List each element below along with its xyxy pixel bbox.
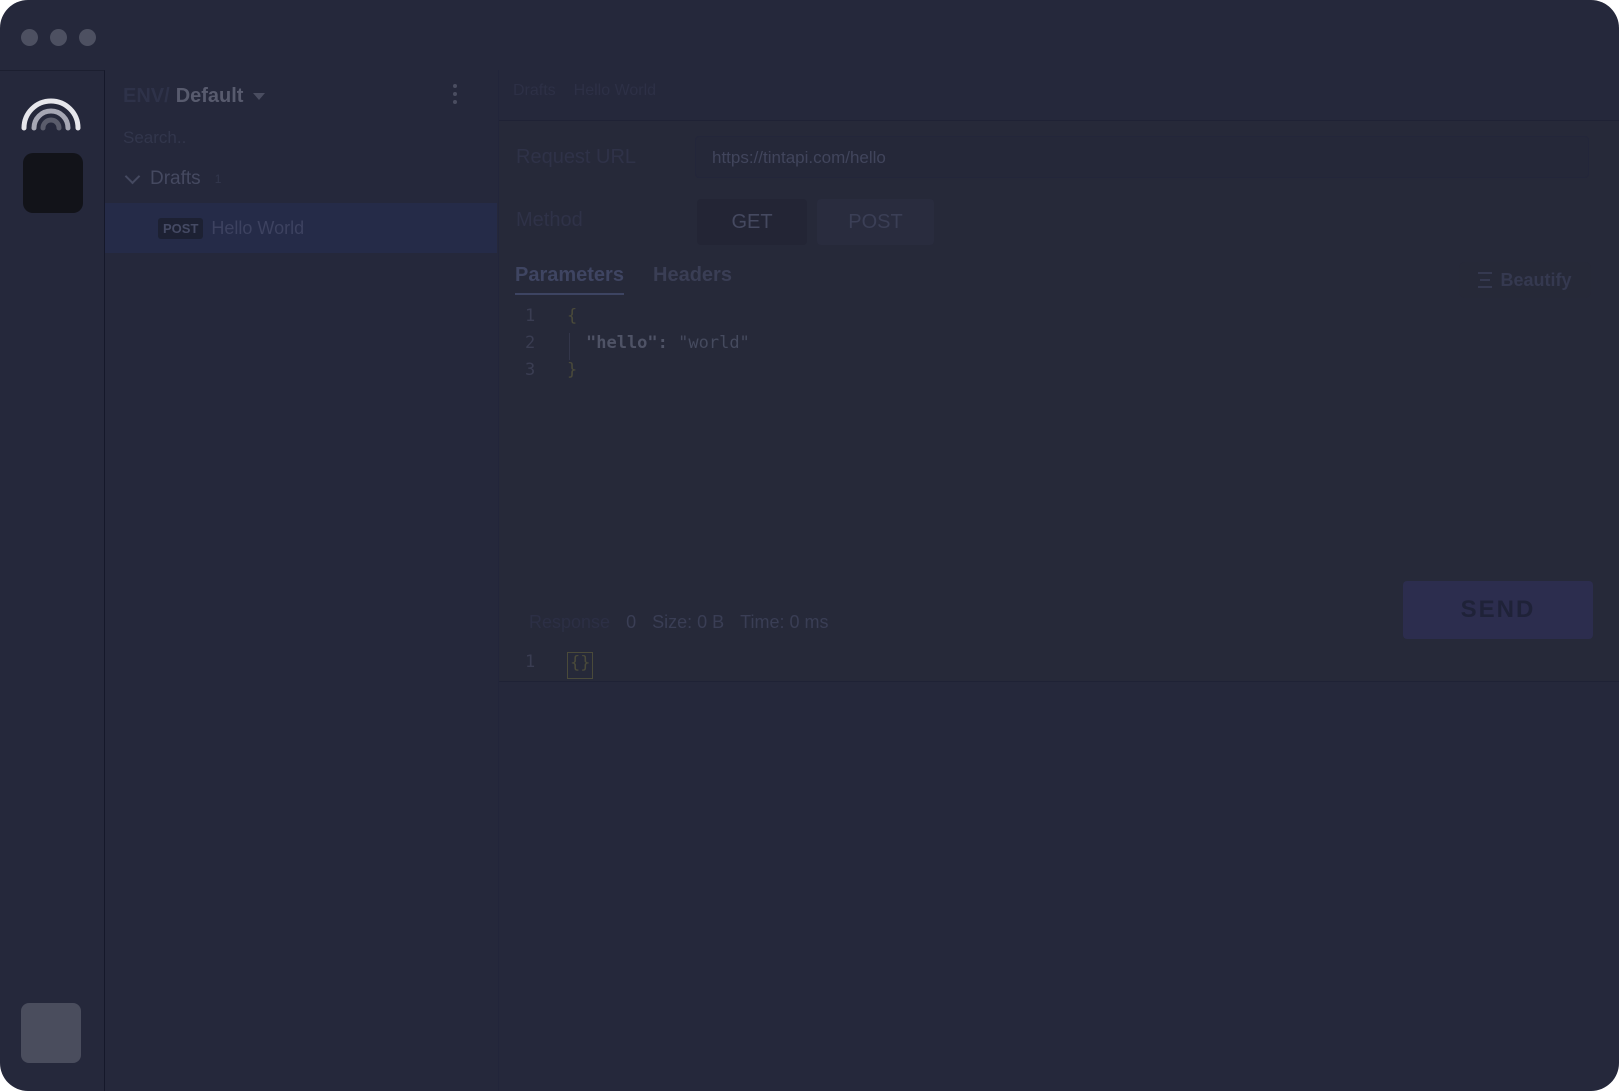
tab-parameters[interactable]: Parameters [515,264,624,295]
workspace-button[interactable] [23,153,83,213]
app-window: ENV/ Default Drafts 1 POST Hello World D… [0,0,1619,1091]
response-code-editor[interactable]: 1 {} [525,652,594,679]
breadcrumb-folder[interactable]: Drafts [513,82,556,100]
tab-headers[interactable]: Headers [653,264,732,287]
folder-name: Drafts [150,168,201,189]
method-label: Method [516,209,583,231]
line-number: 1 [525,652,536,672]
method-post-button[interactable]: POST [817,199,934,245]
environment-prefix: ENV/ [123,84,170,107]
url-value: https://tintapi.com/hello [712,148,886,167]
line-number: 1 [525,306,536,326]
folder-drafts[interactable]: Drafts 1 [123,165,221,193]
breadcrumb: Drafts Hello World [513,82,656,100]
maximize-window-button[interactable] [79,29,96,46]
rainbow-logo-icon [21,98,81,131]
environment-name: Default [175,84,244,107]
icon-rail [0,70,105,1091]
response-label: Response [529,612,611,632]
json-value: "world" [678,333,750,353]
request-item-hello-world[interactable]: POST Hello World [105,203,497,253]
align-icon [1478,272,1493,288]
send-button[interactable]: SEND [1403,581,1593,639]
response-size: Size: 0 B [652,612,725,632]
code-text: { [567,306,578,326]
caret-down-icon [253,92,266,100]
indent-guide: "hello": "world" [569,333,750,360]
breadcrumb-request: Hello World [573,82,657,99]
code-line: 2 "hello": "world" [525,333,750,360]
environment-selector[interactable]: ENV/ Default [123,82,266,110]
more-options-icon[interactable] [451,84,459,108]
minimize-window-button[interactable] [50,29,67,46]
code-line: 1 { [525,306,750,333]
response-time: Time: 0 ms [740,612,829,632]
json-key: "hello" [586,333,658,353]
chevron-down-icon [124,168,141,184]
url-label: Request URL [516,146,637,168]
beautify-label: Beautify [1500,269,1572,290]
line-number: 3 [525,360,536,380]
response-status: 0 [626,612,637,632]
line-number: 2 [525,333,536,353]
request-name: Hello World [211,217,305,238]
json-colon: : [657,333,679,353]
close-window-button[interactable] [21,29,38,46]
title-bar [0,0,1619,70]
code-line: 1 {} [525,652,594,679]
body-code-editor[interactable]: 1 { 2 "hello": "world" 3 } [525,306,750,387]
collections-sidebar: ENV/ Default Drafts 1 POST Hello World [105,70,497,1091]
user-avatar-button[interactable] [21,1003,81,1063]
code-text: {} [567,652,594,679]
method-badge: POST [158,217,204,239]
folder-count: 1 [214,172,222,186]
beautify-button[interactable]: Beautify [1459,262,1591,298]
response-header: Response 0 Size: 0 B Time: 0 ms [529,612,828,633]
main-panel: Drafts Hello World Request URL https://t… [498,70,1619,1091]
code-text: } [567,360,578,380]
request-editor: Request URL https://tintapi.com/hello Me… [499,120,1619,682]
search-input[interactable] [123,124,473,152]
url-input[interactable]: https://tintapi.com/hello [695,136,1589,178]
code-line: 3 } [525,360,750,387]
method-get-button[interactable]: GET [697,199,807,245]
